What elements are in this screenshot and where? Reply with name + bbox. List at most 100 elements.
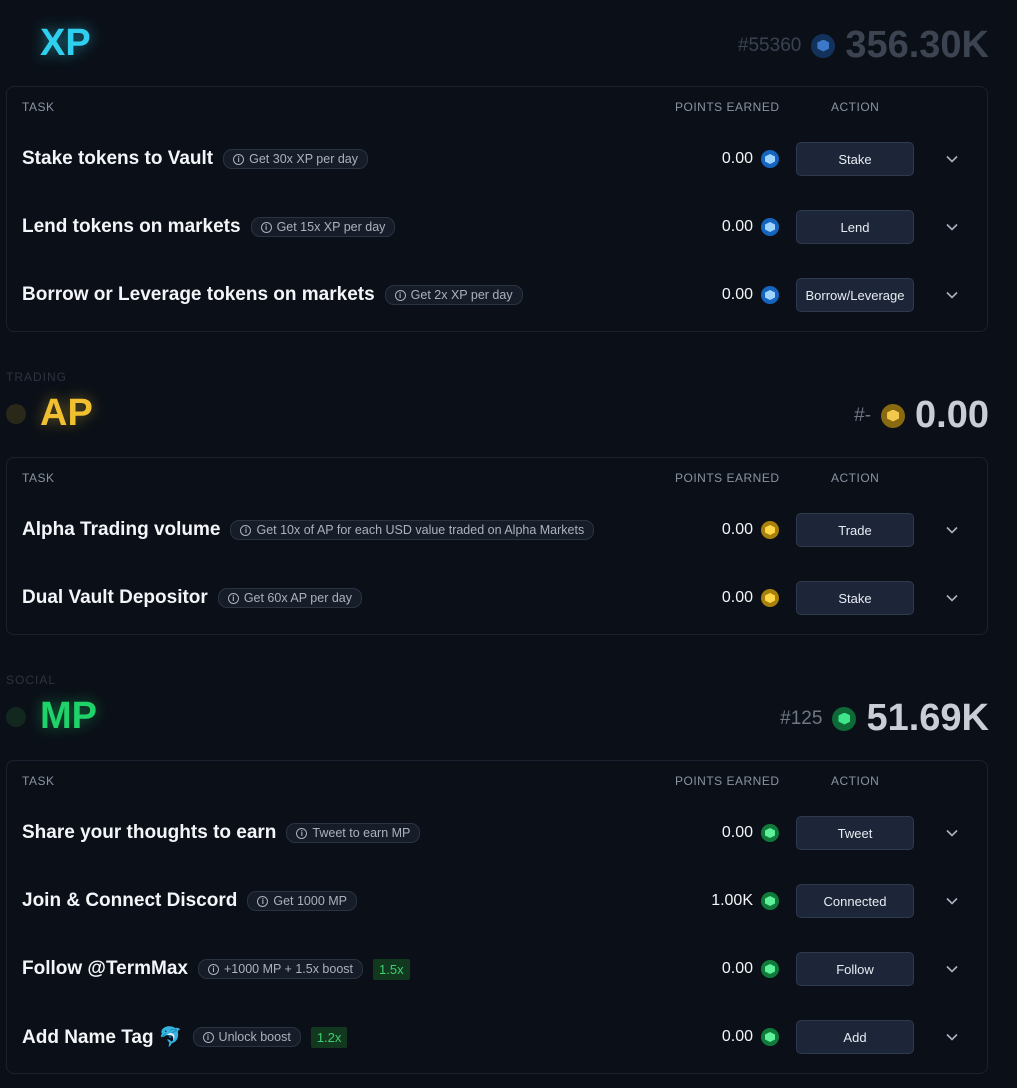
task-row: Lend tokens on markets i Get 15x XP per da… [7,193,987,261]
total-points: 356.30K [845,24,989,66]
task-row: Borrow or Leverage tokens on markets i Get… [7,261,987,329]
chevron-down-icon[interactable] [945,152,959,166]
rank-label: #55360 [737,34,802,56]
stake-button[interactable]: Stake [796,581,914,615]
task-info-pill: i Unlock boost [192,1027,301,1047]
ap-section: TRADING AP #- 0.00 TASK POINTS EARNED AC… [0,370,1017,635]
ap-token-ghost-icon [6,404,26,424]
section-title: AP [40,392,93,434]
ap-section-header: TRADING AP #- 0.00 [0,370,1017,450]
mp-token-ghost-icon [6,707,26,727]
xp-section-header: XP #55360 356.30K [0,0,1017,80]
ap-task-table: TASK POINTS EARNED ACTION Alpha Trading … [6,457,988,635]
xp-token-icon [761,286,779,304]
task-info-pill: i +1000 MP + 1.5x boost [197,959,364,979]
chevron-down-icon[interactable] [945,288,959,302]
task-title: Lend tokens on markets [22,216,241,237]
tweet-button[interactable]: Tweet [796,816,914,850]
info-icon: i [233,153,245,165]
points-earned: 0.00 [722,218,779,236]
column-points: POINTS EARNED [675,100,780,114]
task-title: Dual Vault Depositor [22,587,208,608]
chevron-down-icon[interactable] [945,591,959,605]
mp-section: SOCIAL MP #125 51.69K TASK POINTS EARNED… [0,673,1017,1074]
points-earned: 0.00 [722,824,779,842]
ap-token-icon [881,403,906,428]
task-row: Share your thoughts to earn i Tweet to ear… [7,799,987,867]
section-title: MP [40,695,97,737]
mp-task-table: TASK POINTS EARNED ACTION Share your tho… [6,760,988,1074]
rank-label: #125 [780,707,823,729]
column-action: ACTION [831,100,880,114]
points-earned: 0.00 [722,286,779,304]
chevron-down-icon[interactable] [945,894,959,908]
chevron-down-icon[interactable] [945,523,959,537]
section-title: XP [40,22,91,64]
points-earned: 1.00K [711,892,779,910]
task-info-pill: i Get 2x XP per day [384,285,523,305]
mp-token-icon [761,1028,779,1046]
add-button[interactable]: Add [796,1020,914,1054]
info-icon: i [240,524,252,536]
category-label: SOCIAL [6,673,57,687]
ap-token-icon [761,589,779,607]
follow-button[interactable]: Follow [796,952,914,986]
stake-button[interactable]: Stake [796,142,914,176]
xp-token-icon [761,150,779,168]
xp-token-icon [811,33,836,58]
column-action: ACTION [831,471,880,485]
column-task: TASK [22,100,55,114]
column-points: POINTS EARNED [675,774,780,788]
chevron-down-icon[interactable] [945,962,959,976]
task-info-pill: i Get 15x XP per day [250,217,396,237]
task-title: Follow @TermMax [22,958,188,979]
column-task: TASK [22,471,55,485]
task-title: Alpha Trading volume [22,519,221,540]
total-points: 0.00 [915,394,989,436]
trade-button[interactable]: Trade [796,513,914,547]
info-icon: i [202,1031,214,1043]
column-points: POINTS EARNED [675,471,780,485]
task-title: Borrow or Leverage tokens on markets [22,284,375,305]
task-info-pill: i Get 60x AP per day [217,588,362,608]
lend-button[interactable]: Lend [796,210,914,244]
info-icon: i [227,592,239,604]
mp-token-icon [761,824,779,842]
xp-token-icon [761,218,779,236]
task-info-pill: i Get 1000 MP [247,891,358,911]
task-row: Follow @TermMax i +1000 MP + 1.5x boost 1.5… [7,935,987,1003]
chevron-down-icon[interactable] [945,826,959,840]
info-icon: i [260,221,272,233]
points-earned: 0.00 [722,960,779,978]
rank-label: #- [854,404,872,426]
ap-summary: #- 0.00 [854,394,989,437]
task-title: Join & Connect Discord [22,890,238,911]
chevron-down-icon[interactable] [945,220,959,234]
mp-summary: #125 51.69K [780,697,989,740]
task-info-pill: i Get 30x XP per day [223,149,368,169]
info-icon: i [257,895,269,907]
table-header: TASK POINTS EARNED ACTION [7,458,987,496]
chevron-down-icon[interactable] [945,1030,959,1044]
xp-summary: #55360 356.30K [738,24,989,67]
points-earned: 0.00 [722,521,779,539]
boost-badge: 1.5x [373,958,410,980]
xp-section: XP #55360 356.30K TASK POINTS EARNED ACT… [0,0,1017,332]
borrow-leverage-button[interactable]: Borrow/Leverage [796,278,914,312]
category-label: TRADING [6,370,67,384]
connected-button[interactable]: Connected [796,884,914,918]
task-info-pill: i Get 10x of AP for each USD value traded… [230,520,595,540]
task-row: Dual Vault Depositor i Get 60x AP per day … [7,564,987,632]
mp-section-header: SOCIAL MP #125 51.69K [0,673,1017,753]
mp-token-icon [761,960,779,978]
xp-task-table: TASK POINTS EARNED ACTION Stake tokens t… [6,86,988,332]
ap-token-icon [761,521,779,539]
task-row: Stake tokens to Vault i Get 30x XP per day… [7,125,987,193]
points-earned: 0.00 [722,589,779,607]
task-row: Alpha Trading volume i Get 10x of AP for e… [7,496,987,564]
task-row: Add Name Tag 🐬 i Unlock boost 1.2x 0.00 Add [7,1003,987,1071]
mp-token-icon [761,892,779,910]
info-icon: i [207,963,219,975]
task-info-pill: i Tweet to earn MP [286,823,421,843]
info-icon: i [296,827,308,839]
